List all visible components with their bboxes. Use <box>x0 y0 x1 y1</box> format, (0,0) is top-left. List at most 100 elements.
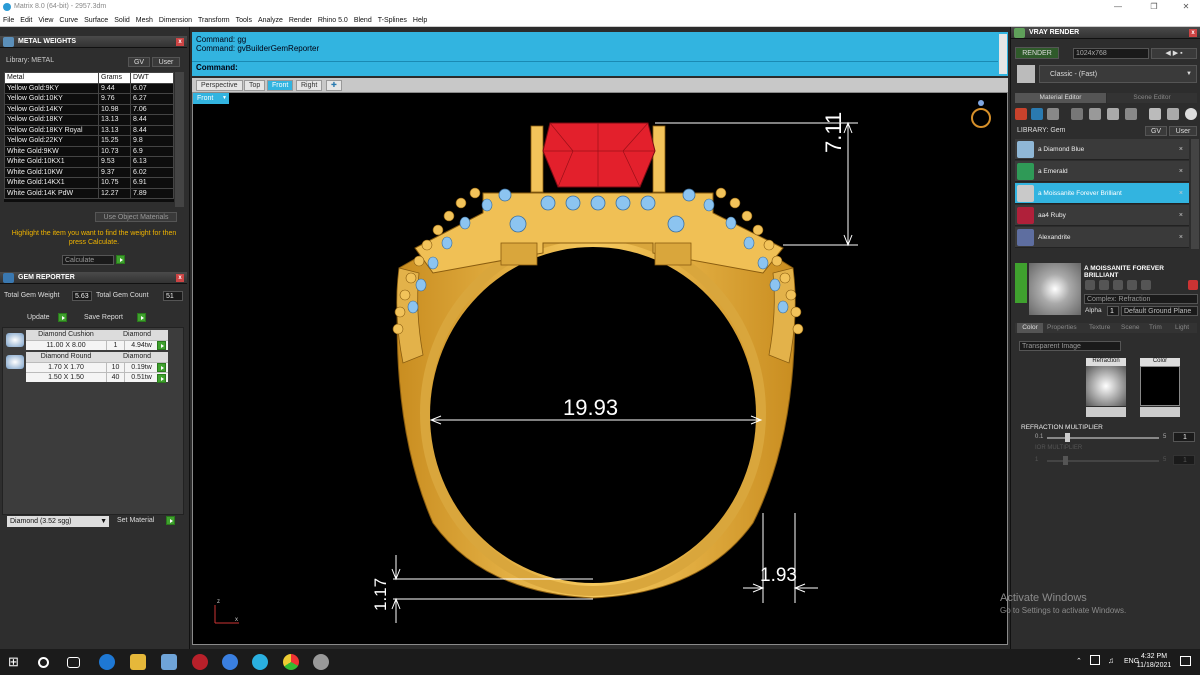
refraction-slider-handle[interactable] <box>1065 433 1070 442</box>
list-item[interactable]: a Moissanite Forever Brilliant × <box>1015 183 1189 204</box>
notification-icon[interactable] <box>1180 656 1191 666</box>
tab-color[interactable]: Color <box>1017 323 1043 333</box>
front-viewport[interactable]: Front ▼ 7.11 19.93 1.17 1.93 z x <box>192 92 1008 645</box>
material-grid-icon[interactable] <box>1099 280 1109 290</box>
menu-view[interactable]: View <box>35 14 56 27</box>
table-row[interactable]: Yellow Gold:14KY 10.98 7.06 <box>4 103 174 115</box>
gem-mode-icon[interactable] <box>1031 108 1043 120</box>
table-row[interactable]: White Gold:9KW 10.73 6.9 <box>4 145 174 157</box>
tab-perspective[interactable]: Perspective <box>196 80 243 91</box>
gv-library-button[interactable]: GV <box>128 57 150 67</box>
gem-row-select-button[interactable] <box>157 363 166 372</box>
material-save-icon[interactable] <box>1127 280 1137 290</box>
menu-tools[interactable]: Tools <box>233 14 255 27</box>
material-collapse-button[interactable] <box>1015 263 1027 303</box>
table-row[interactable]: White Gold:10KX1 9.53 6.13 <box>4 156 174 168</box>
menu-transform[interactable]: Transform <box>195 14 233 27</box>
menu-blend[interactable]: Blend <box>351 14 375 27</box>
light-icon[interactable] <box>1185 108 1197 120</box>
refraction-swatch-controls[interactable] <box>1086 407 1126 417</box>
table-row[interactable]: Yellow Gold:22KY 15.25 9.8 <box>4 135 174 147</box>
render-controls[interactable]: ◀ ▶ ▪ <box>1151 48 1197 59</box>
menu-curve[interactable]: Curve <box>56 14 81 27</box>
clock[interactable]: 4:32 PM 11/18/2021 <box>1134 652 1174 670</box>
file-explorer-icon[interactable] <box>130 654 146 670</box>
tab-material-editor[interactable]: Material Editor <box>1015 93 1106 103</box>
edge-icon[interactable] <box>99 654 115 670</box>
maximize-button[interactable]: ❐ <box>1140 0 1168 14</box>
material-delete-icon[interactable] <box>1188 280 1198 290</box>
ground-plane-select[interactable]: Default Ground Plane <box>1121 306 1198 316</box>
list-item[interactable]: Alexandrite × <box>1015 227 1189 248</box>
tab-properties[interactable]: Properties <box>1047 323 1077 333</box>
alpha-value[interactable]: 1 <box>1107 306 1119 316</box>
rhino-app-icon[interactable] <box>161 654 177 670</box>
col-dwt[interactable]: DWT <box>130 72 174 84</box>
save-report-button[interactable] <box>137 313 146 322</box>
ior-slider-handle[interactable] <box>1063 456 1068 465</box>
menu-solid[interactable]: Solid <box>111 14 133 27</box>
gem-row-select-button[interactable] <box>157 374 166 383</box>
close-gem-reporter-icon[interactable]: x <box>176 274 184 282</box>
network-icon[interactable] <box>1090 655 1100 665</box>
menu-help[interactable]: Help <box>410 14 430 27</box>
menu-rhino[interactable]: Rhino 5.0 <box>315 14 351 27</box>
material-home-icon[interactable] <box>1085 280 1095 290</box>
update-button[interactable] <box>58 313 67 322</box>
user-library-button[interactable]: User <box>152 57 180 67</box>
resolution-field[interactable]: 1024x768 <box>1073 48 1149 59</box>
tab-scene-editor[interactable]: Scene Editor <box>1107 93 1197 103</box>
menu-mesh[interactable]: Mesh <box>133 14 156 27</box>
search-icon[interactable] <box>38 657 49 668</box>
col-metal[interactable]: Metal <box>4 72 99 84</box>
tab-light[interactable]: Light <box>1175 323 1189 333</box>
transparent-image-select[interactable]: Transparent Image <box>1019 341 1121 351</box>
close-vray-icon[interactable]: x <box>1189 29 1197 37</box>
grid-icon[interactable] <box>1071 108 1083 120</box>
menu-tsplines[interactable]: T-Splines <box>375 14 410 27</box>
color-swatch-controls[interactable] <box>1140 407 1180 417</box>
gem-row-select-button[interactable] <box>157 341 166 350</box>
remove-material-icon[interactable]: × <box>1179 205 1183 226</box>
list-item[interactable]: a Emerald × <box>1015 161 1189 182</box>
drop-icon[interactable] <box>1015 108 1027 120</box>
menu-surface[interactable]: Surface <box>81 14 111 27</box>
table-row[interactable]: Yellow Gold:18KY 13.13 8.44 <box>4 114 174 126</box>
remove-material-icon[interactable]: × <box>1179 183 1183 204</box>
table-row[interactable]: Yellow Gold:10KY 9.76 6.27 <box>4 93 174 105</box>
material-add-icon[interactable] <box>1141 280 1151 290</box>
metal-table-scrollbar[interactable] <box>175 72 184 207</box>
material-list-scrollbar[interactable] <box>1191 139 1199 249</box>
export-icon[interactable] <box>1167 108 1179 120</box>
refraction-swatch[interactable] <box>1086 366 1126 406</box>
menu-analyze[interactable]: Analyze <box>255 14 286 27</box>
tab-right[interactable]: Right <box>296 80 323 91</box>
use-object-materials-button[interactable]: Use Object Materials <box>95 212 177 222</box>
style-select[interactable]: Classic - (Fast) ▼ <box>1039 65 1197 83</box>
ior-value[interactable]: 1 <box>1173 455 1195 465</box>
copy-icon[interactable] <box>1107 108 1119 120</box>
command-input[interactable]: Command: <box>192 61 998 74</box>
remove-material-icon[interactable]: × <box>1179 161 1183 182</box>
table-row[interactable]: White Gold:14KX1 10.75 6.91 <box>4 177 174 189</box>
browser-icon[interactable] <box>252 654 268 670</box>
menu-render[interactable]: Render <box>286 14 315 27</box>
save-icon[interactable] <box>1125 108 1137 120</box>
table-row[interactable]: Yellow Gold:9KY 9.44 6.07 <box>4 82 174 94</box>
color-swatch[interactable] <box>1140 366 1180 406</box>
app-icon-extra[interactable] <box>313 654 329 670</box>
calculate-field[interactable]: Calculate <box>62 255 114 265</box>
chrome-icon[interactable] <box>283 654 299 670</box>
volume-icon[interactable]: ♫ <box>1108 656 1114 665</box>
menu-edit[interactable]: Edit <box>17 14 35 27</box>
tab-trim[interactable]: Trim <box>1149 323 1162 333</box>
material-list-icon[interactable] <box>1113 280 1123 290</box>
remove-material-icon[interactable]: × <box>1179 139 1183 160</box>
tab-top[interactable]: Top <box>244 80 266 91</box>
col-grams[interactable]: Grams <box>98 72 131 84</box>
menu-dimension[interactable]: Dimension <box>156 14 195 27</box>
refraction-slider-track[interactable] <box>1047 437 1159 439</box>
import-icon[interactable] <box>1149 108 1161 120</box>
menu-file[interactable]: File <box>0 14 17 27</box>
table-row[interactable]: White Gold:10KW 9.37 6.02 <box>4 166 174 178</box>
